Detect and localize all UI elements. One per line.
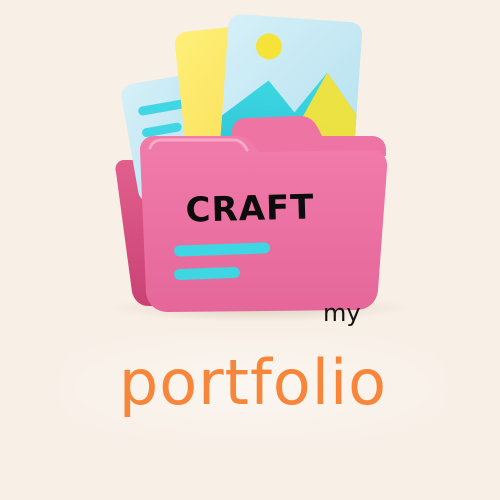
caption-large: portfolio (118, 346, 388, 419)
folder-label: CRAFT (185, 187, 315, 231)
portfolio-graphic: CRAFT my portfolio (0, 0, 500, 500)
caption-small: my (323, 299, 361, 327)
